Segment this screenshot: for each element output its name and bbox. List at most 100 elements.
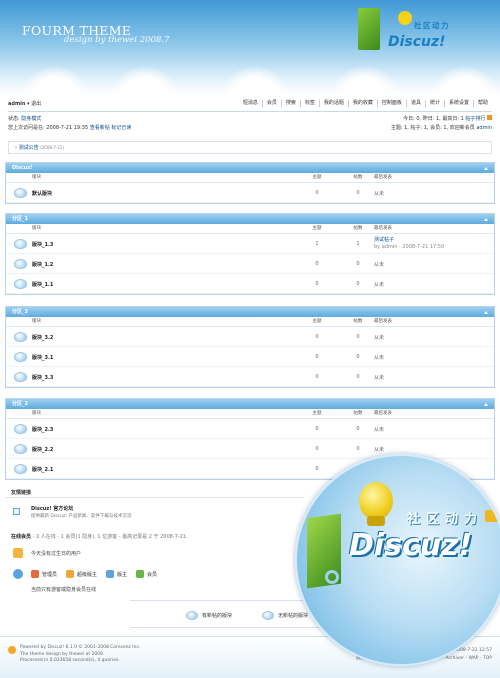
forum-link[interactable]: 版块_1.1 bbox=[32, 281, 53, 288]
nav-stats[interactable]: 统计 bbox=[424, 100, 444, 107]
topic-count: 0 bbox=[315, 334, 319, 340]
col-last: 最后发表 bbox=[374, 175, 392, 180]
last-post-meta: by admin - 2008-7-21 17:50 bbox=[374, 244, 445, 250]
post-count: 0 bbox=[356, 261, 360, 267]
logout-link[interactable]: 退出 bbox=[31, 101, 41, 107]
nav-control-panel[interactable]: 控制面板 bbox=[376, 100, 406, 107]
new-forum-icon bbox=[186, 611, 198, 620]
forum-link[interactable]: 版块_2.1 bbox=[32, 466, 53, 473]
last-visit-text: 您上次访问是在: 2008-7-21 19:35 bbox=[8, 125, 89, 131]
forum-link[interactable]: 版块_2.2 bbox=[32, 446, 53, 453]
role-admin: 管理员 bbox=[31, 570, 57, 578]
online-title[interactable]: 在线会员 bbox=[11, 534, 31, 540]
collapse-icon[interactable] bbox=[484, 402, 488, 406]
collapse-icon[interactable] bbox=[484, 310, 488, 314]
last-post: 从未 bbox=[374, 375, 385, 381]
forum-row: 版块_3.3 0 0 从未 bbox=[6, 367, 494, 387]
nav-my-topics[interactable]: 我的话题 bbox=[318, 100, 348, 107]
processed-info: Processed in 0.023658 second(s), 4 queri… bbox=[20, 658, 120, 663]
category-title[interactable]: Discuz! bbox=[12, 165, 33, 171]
new-member-link[interactable]: admin bbox=[476, 125, 492, 131]
category-title[interactable]: 分区_2 bbox=[12, 401, 28, 407]
nav-settings[interactable]: 系统设置 bbox=[443, 100, 473, 107]
forum-link[interactable]: 默认版块 bbox=[32, 190, 52, 197]
no-new-forum-icon bbox=[262, 611, 274, 620]
column-headers: 版块 主题 帖数 最后发表 bbox=[6, 409, 494, 419]
username-link[interactable]: admin bbox=[8, 101, 25, 107]
role-super-mod: 超级版主 bbox=[66, 570, 97, 578]
topic-count: 0 bbox=[315, 426, 319, 432]
post-count: 0 bbox=[356, 446, 360, 452]
category-header[interactable]: 分区_2 bbox=[6, 399, 494, 409]
post-count: 0 bbox=[356, 354, 360, 360]
forum-row: 版块_3.2 0 0 从未 bbox=[6, 327, 494, 347]
category-1: 分区_1 版块 主题 帖数 最后发表 版块_1.3 1 1 测试帖子 by ad… bbox=[5, 213, 495, 295]
forum-link[interactable]: 版块_3.2 bbox=[32, 334, 53, 341]
totals-text: 主题: 1, 帖子: 1, 会员: 1, 欢迎新会员 bbox=[390, 125, 475, 131]
forum-row: 默认版块 0 0 从未 bbox=[6, 183, 494, 203]
footer-credits: Powered by Discuz! 6.1.0 © 2001-2008 Com… bbox=[20, 645, 140, 665]
collapse-icon[interactable] bbox=[484, 166, 488, 170]
forum-legend: 有新帖的版块 无新帖的版块 bbox=[130, 600, 330, 628]
forum-link[interactable]: 版块_2.3 bbox=[32, 426, 53, 433]
nav-search[interactable]: 搜索 bbox=[280, 100, 300, 107]
link-icon bbox=[13, 508, 20, 515]
nav-messages[interactable]: 短消息 bbox=[239, 100, 262, 107]
nav-items[interactable]: 道具 bbox=[405, 100, 425, 107]
announcement-date: (2008-7-21) bbox=[40, 145, 65, 150]
topic-count: 0 bbox=[315, 261, 319, 267]
category-header[interactable]: 分区_1 bbox=[6, 214, 494, 224]
birthday-text: 今天没有过生日的用户 bbox=[31, 551, 82, 557]
super-mod-icon bbox=[66, 570, 75, 578]
category-title[interactable]: 分区_3 bbox=[12, 309, 28, 315]
nav-favorites[interactable]: 我的收藏 bbox=[347, 100, 377, 107]
forum-link[interactable]: 版块_1.3 bbox=[32, 241, 53, 248]
last-post: 测试帖子 by admin - 2008-7-21 17:50 bbox=[374, 237, 444, 251]
powered-by[interactable]: Powered by Discuz! 6.1.0 © 2001-2008 Com… bbox=[20, 645, 140, 652]
last-post: 从未 bbox=[374, 447, 385, 453]
legend-none-label: 无新帖的版块 bbox=[278, 613, 309, 619]
nav-tags[interactable]: 标签 bbox=[299, 100, 319, 107]
category-header[interactable]: 分区_3 bbox=[6, 307, 494, 317]
arrow-icon: › bbox=[15, 145, 17, 151]
main-nav: 短消息 会员 搜索 标签 我的话题 我的收藏 控制面板 道具 统计 系统设置 帮… bbox=[239, 100, 492, 107]
col-topics: 主题 bbox=[312, 411, 322, 416]
nav-members[interactable]: 会员 bbox=[261, 100, 281, 107]
bulb-base-icon bbox=[367, 516, 385, 526]
forum-link[interactable]: 版块_3.3 bbox=[32, 374, 53, 381]
col-posts: 帖数 bbox=[353, 226, 363, 231]
invisible-mode-link[interactable]: 隐身模式 bbox=[21, 116, 41, 122]
post-count: 0 bbox=[356, 426, 360, 432]
ranking-link[interactable]: 帖子排行 bbox=[465, 116, 485, 122]
role-member: 会员 bbox=[136, 570, 157, 578]
forum-link[interactable]: 版块_3.1 bbox=[32, 354, 53, 361]
col-posts: 帖数 bbox=[353, 175, 363, 180]
forum-bubble-icon bbox=[14, 424, 27, 434]
mark-read-link[interactable]: 标记已读 bbox=[111, 125, 131, 131]
friend-link-name[interactable]: Discuz! 官方论坛 bbox=[31, 505, 131, 513]
column-headers: 版块 主题 帖数 最后发表 bbox=[6, 317, 494, 327]
chevron-down-icon[interactable]: ▾ bbox=[27, 101, 30, 107]
view-new-posts-link[interactable]: 查看新帖 bbox=[90, 125, 110, 131]
role-label: 版主 bbox=[117, 571, 128, 578]
col-forum: 版块 bbox=[32, 175, 41, 180]
discuz-logo[interactable]: 社区动力 Discuz! bbox=[358, 8, 466, 58]
collapse-icon[interactable] bbox=[484, 217, 488, 221]
nav-help[interactable]: 帮助 bbox=[472, 100, 492, 107]
role-legend: 管理员 超级版主 版主 会员 bbox=[31, 570, 157, 578]
category-title[interactable]: 分区_1 bbox=[12, 216, 28, 222]
decor-snow bbox=[220, 65, 290, 95]
last-post: 从未 bbox=[374, 355, 385, 361]
last-post: 从未 bbox=[374, 262, 385, 268]
forum-link[interactable]: 版块_1.2 bbox=[32, 261, 53, 268]
category-header[interactable]: Discuz! bbox=[6, 163, 494, 173]
gear-icon bbox=[325, 570, 339, 584]
forum-bubble-icon bbox=[14, 188, 27, 198]
last-post: 从未 bbox=[374, 191, 385, 197]
rss-icon[interactable] bbox=[487, 115, 492, 120]
announcement-link[interactable]: 测试公告 bbox=[19, 145, 39, 151]
decor-snow bbox=[110, 65, 180, 95]
col-topics: 主题 bbox=[312, 319, 322, 324]
last-post-link[interactable]: 测试帖子 bbox=[374, 237, 394, 243]
decor-snow bbox=[330, 65, 400, 95]
